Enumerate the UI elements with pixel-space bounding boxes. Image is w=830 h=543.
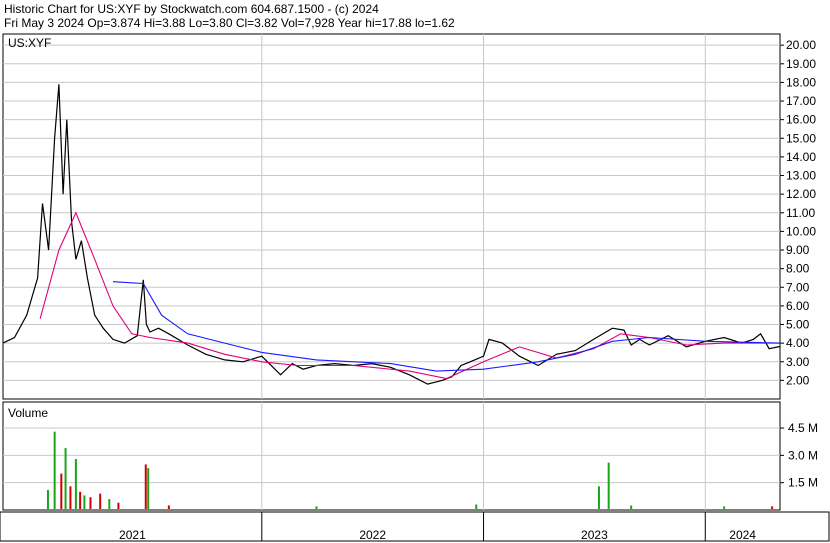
volume-bar — [79, 491, 82, 509]
volume-bar — [64, 448, 67, 509]
volume-bar — [147, 468, 150, 509]
price-tick-label: 2.00 — [786, 373, 810, 387]
price-tick-label: 4.00 — [786, 336, 810, 350]
price-tick-label: 19.00 — [786, 57, 816, 71]
price-panel-frame — [2, 33, 781, 400]
volume-panel-frame — [2, 401, 781, 511]
price-tick-label: 3.00 — [786, 355, 810, 369]
year-label: 2022 — [359, 528, 386, 542]
volume-tick-label: 1.5 M — [788, 476, 818, 490]
volume-bar — [167, 505, 170, 509]
volume-tick-label: 4.5 M — [788, 421, 818, 435]
price-tick-label: 12.00 — [786, 187, 816, 201]
volume-bar — [117, 502, 120, 509]
volume-bar — [83, 495, 86, 509]
price-tick-label: 6.00 — [786, 299, 810, 313]
volume-panel-label: Volume — [8, 406, 48, 420]
price-tick-label: 20.00 — [786, 38, 816, 52]
price-tick-label: 11.00 — [786, 206, 815, 220]
volume-bar — [89, 497, 92, 509]
price-tick-label: 8.00 — [786, 262, 810, 276]
volume-bar — [108, 499, 111, 509]
volume-bar — [315, 506, 318, 509]
price-tick-label: 5.00 — [786, 318, 810, 332]
volume-bar — [607, 462, 610, 509]
volume-bar — [69, 486, 72, 509]
volume-bar — [771, 506, 774, 509]
volume-bar — [630, 505, 633, 509]
chart-canvas: 2.00 3.00 4.00 5.00 6.00 7.00 8.00 9.00 10.00 11.… — [0, 33, 830, 542]
volume-bar — [60, 473, 63, 509]
volume-bar — [46, 489, 49, 509]
year-label: 2021 — [119, 528, 146, 542]
price-tick-label: 13.00 — [786, 169, 816, 183]
volume-bar — [74, 459, 77, 509]
price-panel-label: US:XYF — [8, 36, 51, 50]
year-label: 2023 — [581, 528, 608, 542]
volume-bar — [53, 431, 56, 509]
volume-bar — [475, 504, 478, 509]
volume-bar — [144, 464, 147, 509]
price-tick-label: 18.00 — [786, 75, 816, 89]
price-tick-label: 16.00 — [786, 113, 816, 127]
volume-bar — [597, 486, 600, 509]
year-label: 2024 — [729, 528, 756, 542]
price-tick-label: 10.00 — [786, 224, 816, 238]
price-tick-label: 17.00 — [786, 94, 816, 108]
price-tick-label: 14.00 — [786, 150, 816, 164]
volume-bar — [99, 493, 102, 509]
price-tick-label: 15.00 — [786, 131, 816, 145]
stock-chart: Historic Chart for US:XYF by Stockwatch.… — [0, 0, 830, 543]
price-tick-label: 9.00 — [786, 243, 810, 257]
volume-bar — [723, 506, 726, 509]
price-tick-label: 7.00 — [786, 280, 810, 294]
volume-tick-label: 3.0 M — [788, 448, 818, 462]
